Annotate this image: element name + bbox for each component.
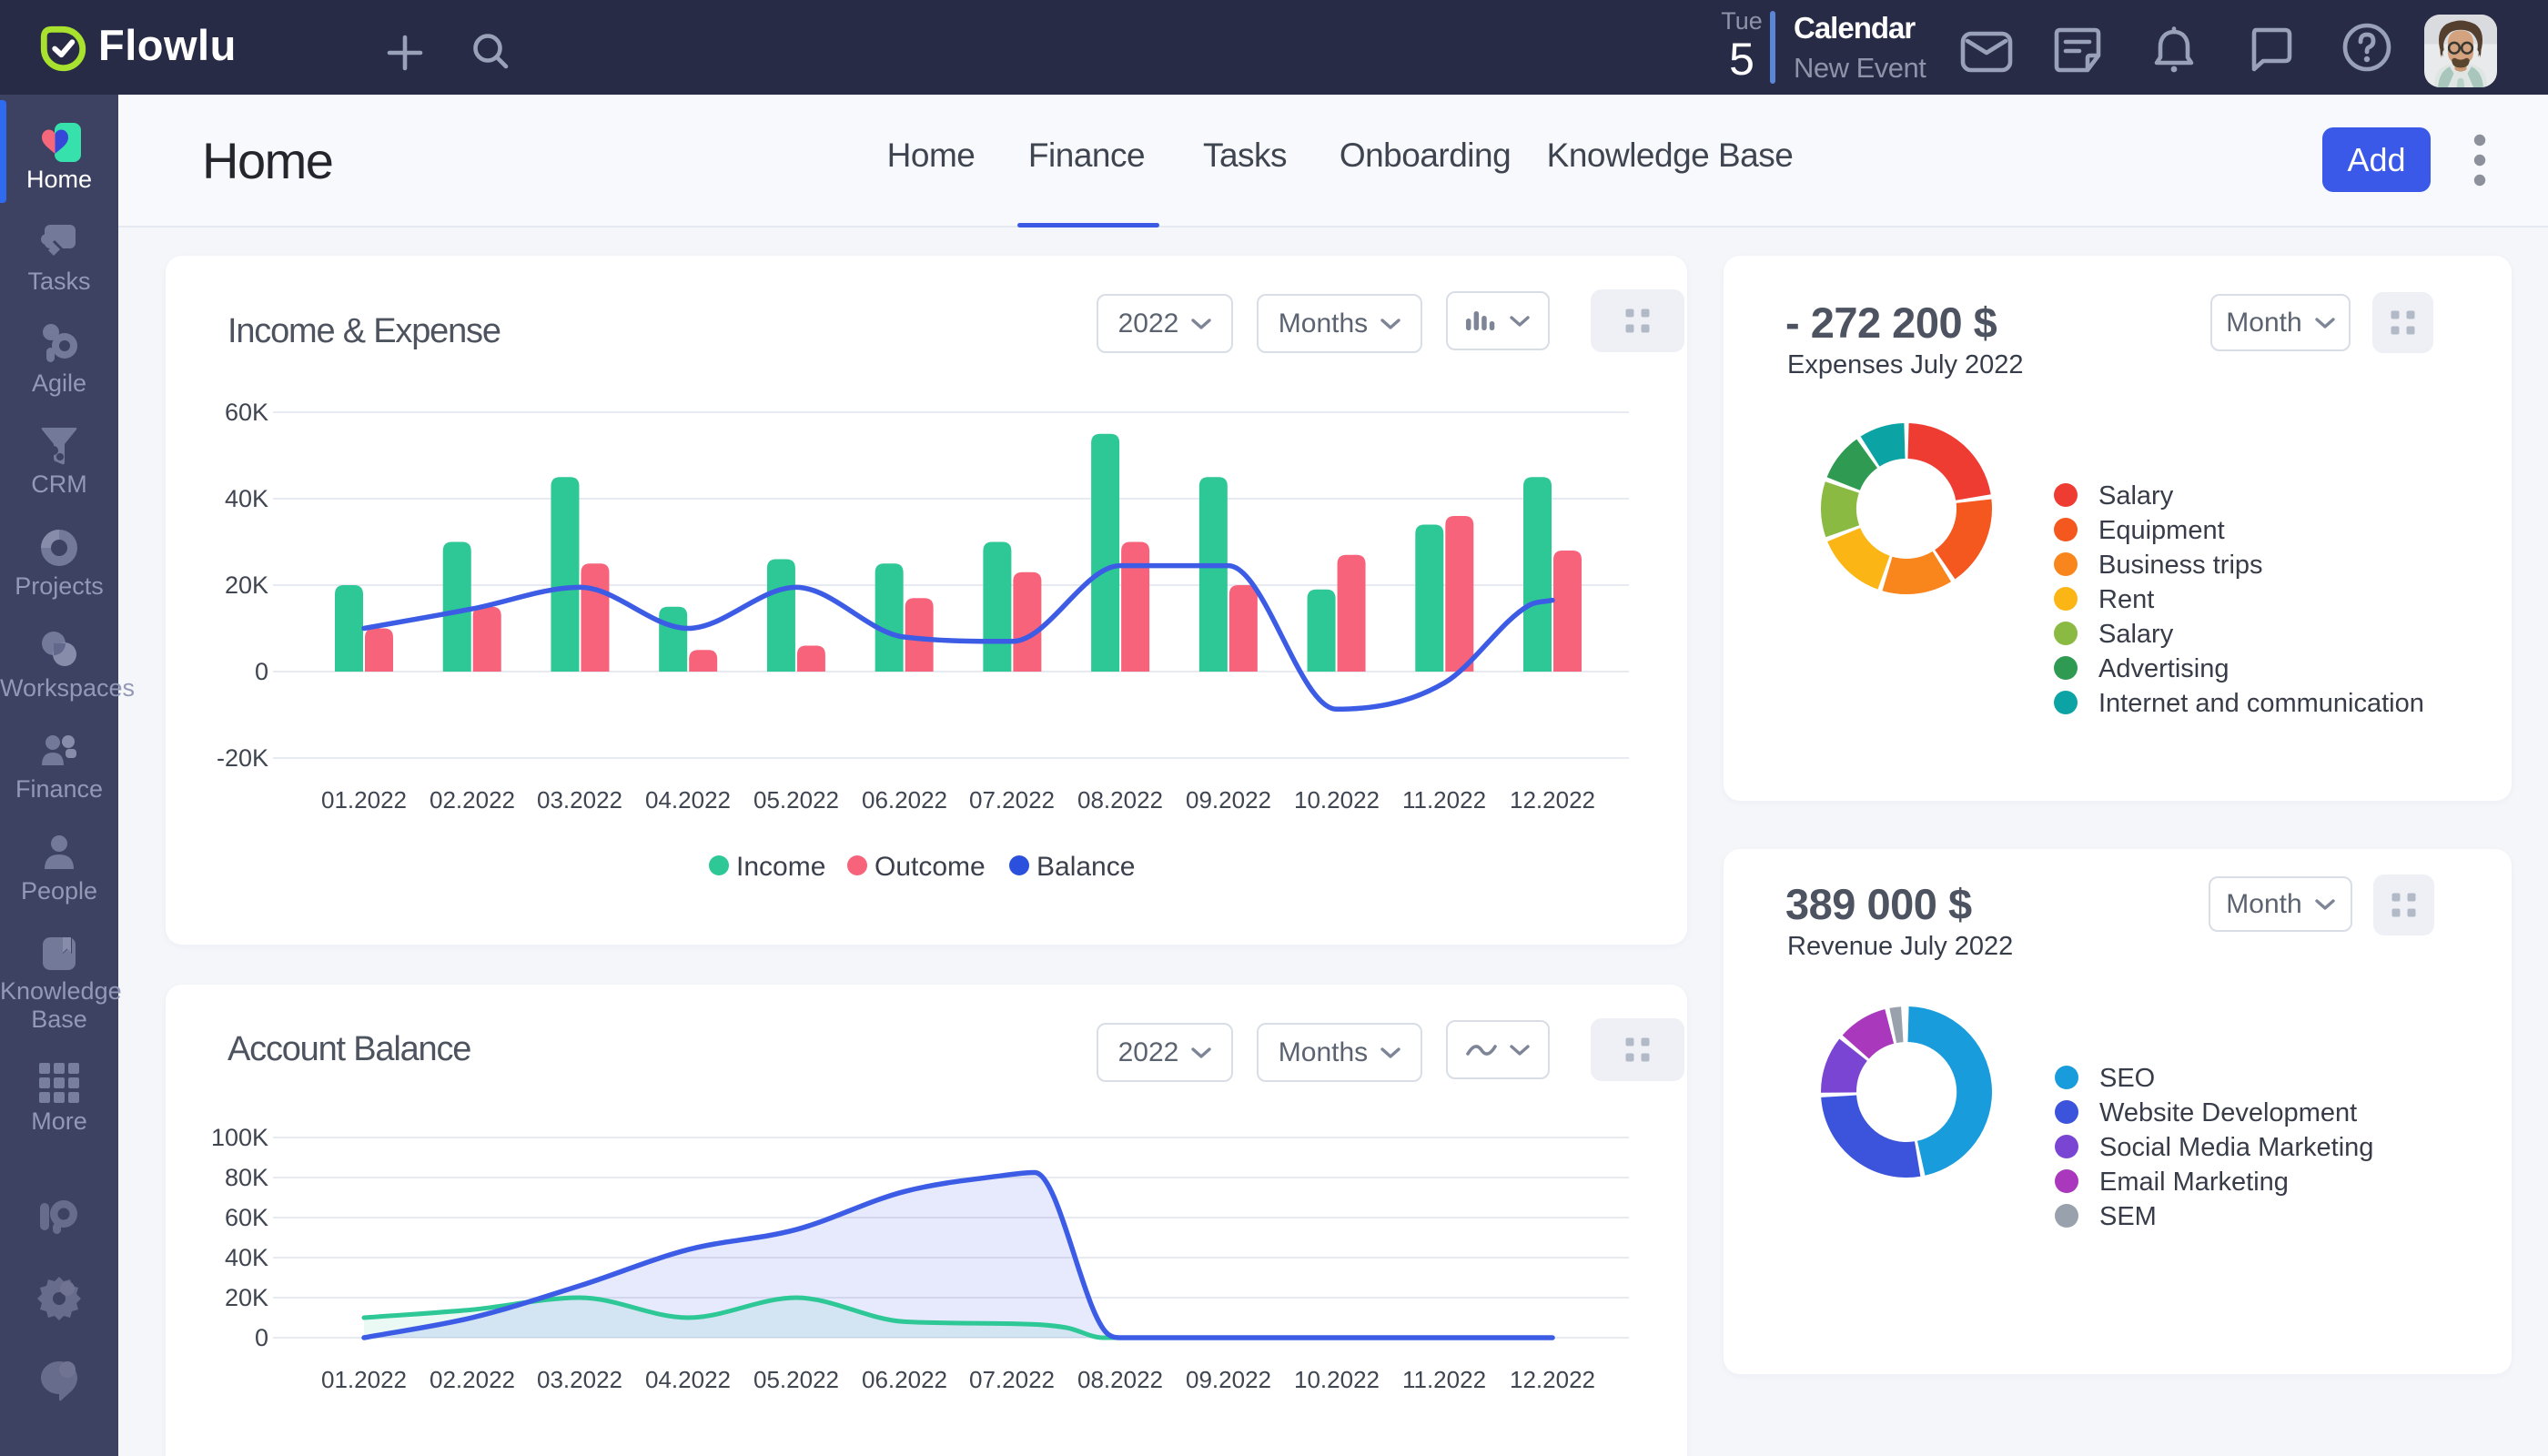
svg-text:04.2022: 04.2022 [645, 786, 731, 814]
svg-text:0: 0 [255, 1324, 268, 1351]
svg-text:02.2022: 02.2022 [430, 786, 515, 814]
svg-text:12.2022: 12.2022 [1510, 786, 1595, 814]
svg-text:Equipment: Equipment [2098, 516, 2225, 545]
svg-text:20K: 20K [225, 1284, 268, 1311]
svg-text:Salary: Salary [2098, 481, 2174, 511]
svg-text:03.2022: 03.2022 [537, 786, 622, 814]
svg-text:07.2022: 07.2022 [969, 786, 1055, 814]
svg-text:12.2022: 12.2022 [1510, 1366, 1595, 1393]
svg-text:Business trips: Business trips [2098, 551, 2263, 580]
svg-text:10.2022: 10.2022 [1294, 786, 1380, 814]
svg-text:04.2022: 04.2022 [645, 1366, 731, 1393]
svg-text:05.2022: 05.2022 [753, 786, 839, 814]
svg-text:Balance: Balance [1036, 852, 1135, 882]
svg-text:SEM: SEM [2099, 1202, 2157, 1231]
svg-text:Rent: Rent [2098, 585, 2154, 614]
svg-text:09.2022: 09.2022 [1186, 786, 1271, 814]
svg-text:01.2022: 01.2022 [321, 1366, 407, 1393]
svg-text:Salary: Salary [2098, 620, 2174, 649]
svg-text:11.2022: 11.2022 [1402, 1366, 1486, 1393]
svg-text:60K: 60K [225, 399, 268, 426]
svg-text:80K: 80K [225, 1164, 268, 1191]
svg-text:07.2022: 07.2022 [969, 1366, 1055, 1393]
svg-text:40K: 40K [225, 1244, 268, 1271]
svg-text:Email Marketing: Email Marketing [2099, 1168, 2289, 1197]
svg-text:Outcome: Outcome [875, 852, 986, 882]
svg-text:05.2022: 05.2022 [753, 1366, 839, 1393]
svg-text:40K: 40K [225, 485, 268, 512]
svg-text:Income: Income [736, 852, 825, 882]
svg-text:Internet and communication: Internet and communication [2098, 689, 2424, 718]
svg-text:Website Development: Website Development [2099, 1098, 2357, 1127]
svg-text:0: 0 [255, 658, 268, 685]
svg-text:SEO: SEO [2099, 1064, 2155, 1093]
svg-text:01.2022: 01.2022 [321, 786, 407, 814]
svg-text:100K: 100K [211, 1124, 268, 1151]
svg-text:06.2022: 06.2022 [862, 1366, 947, 1393]
svg-text:10.2022: 10.2022 [1294, 1366, 1380, 1393]
svg-text:08.2022: 08.2022 [1077, 1366, 1163, 1393]
svg-text:20K: 20K [225, 571, 268, 599]
svg-text:Social Media Marketing: Social Media Marketing [2099, 1133, 2373, 1162]
svg-text:Advertising: Advertising [2098, 654, 2229, 683]
svg-text:09.2022: 09.2022 [1186, 1366, 1271, 1393]
svg-text:03.2022: 03.2022 [537, 1366, 622, 1393]
svg-text:-20K: -20K [217, 744, 268, 772]
svg-text:02.2022: 02.2022 [430, 1366, 515, 1393]
svg-text:08.2022: 08.2022 [1077, 786, 1163, 814]
svg-text:60K: 60K [225, 1204, 268, 1231]
svg-text:11.2022: 11.2022 [1402, 786, 1486, 814]
svg-text:06.2022: 06.2022 [862, 786, 947, 814]
